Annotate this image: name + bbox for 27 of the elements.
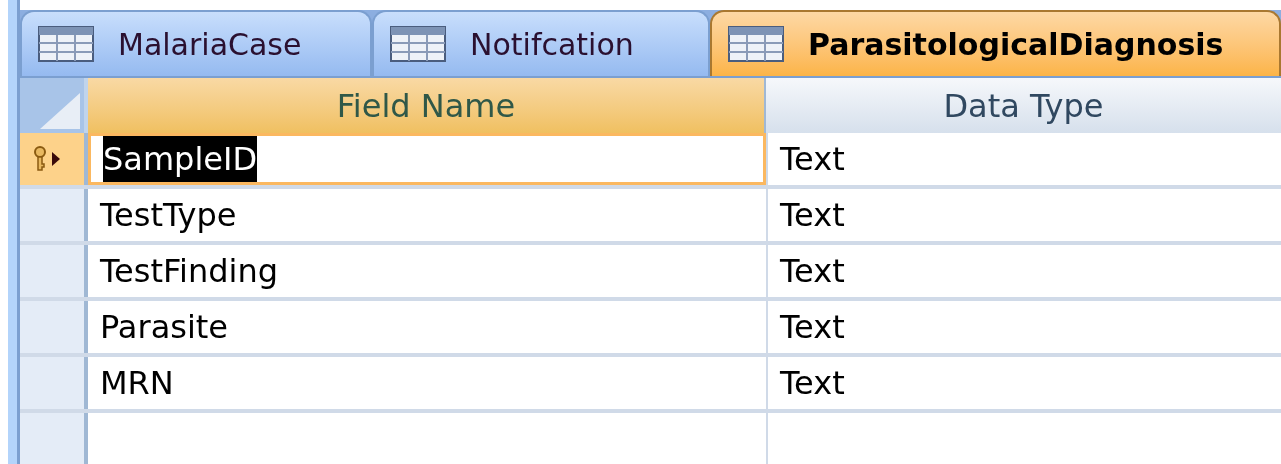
field-name-cell[interactable]: SampleID	[103, 136, 258, 182]
table-icon	[38, 26, 94, 62]
row-selector[interactable]	[20, 357, 88, 409]
field-name-cell[interactable]: TestFinding	[100, 248, 279, 294]
table-icon	[390, 26, 446, 62]
field-name-cell[interactable]: TestType	[100, 192, 237, 238]
field-name-cell[interactable]: MRN	[100, 360, 174, 406]
row-selector[interactable]	[20, 189, 88, 241]
data-type-cell[interactable]: Text	[780, 135, 845, 183]
tab[interactable]: Notifcation	[372, 10, 710, 76]
data-type-cell[interactable]: Text	[780, 191, 845, 239]
row-selector[interactable]	[20, 133, 88, 185]
table-icon	[728, 26, 784, 62]
row-selector[interactable]	[20, 301, 88, 353]
data-type-cell[interactable]: Text	[780, 247, 845, 295]
current-row-arrow-icon	[52, 152, 60, 166]
column-header: Field Name	[88, 78, 766, 133]
row-selector[interactable]	[20, 413, 88, 464]
tab[interactable]: MalariaCase	[20, 10, 372, 76]
tab[interactable]: ParasitologicalDiagnosis	[710, 10, 1281, 76]
row-selector[interactable]	[20, 245, 88, 297]
data-type-cell[interactable]: Text	[780, 359, 845, 407]
corner-triangle-icon	[40, 93, 80, 129]
column-header: Data Type	[766, 78, 1281, 133]
field-name-cell[interactable]: Parasite	[100, 304, 229, 350]
data-type-cell[interactable]: Text	[780, 303, 845, 351]
key-icon	[32, 146, 48, 172]
